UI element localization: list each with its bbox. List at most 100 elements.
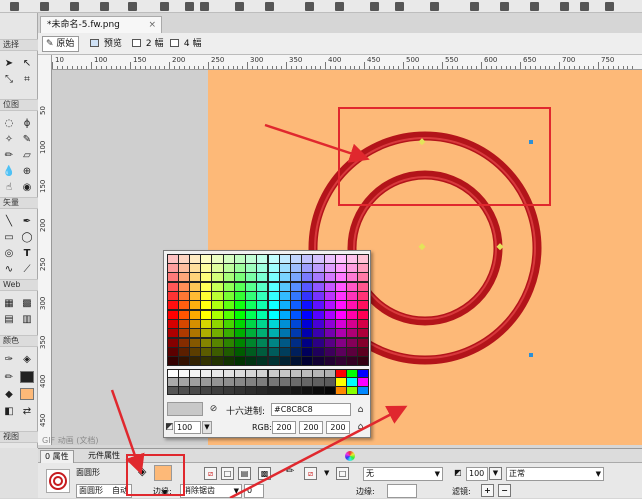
gray-swatch[interactable] — [335, 386, 347, 395]
palette-swatch[interactable] — [268, 263, 279, 273]
gray-swatch[interactable] — [313, 386, 324, 395]
gray-swatch[interactable] — [313, 378, 324, 386]
palette-swatch[interactable] — [313, 263, 324, 273]
gray-swatch[interactable] — [347, 386, 358, 395]
palette-swatch[interactable] — [335, 347, 347, 357]
palette-swatch[interactable] — [189, 273, 201, 282]
palette-swatch[interactable] — [324, 263, 335, 273]
palette-swatch[interactable] — [324, 357, 335, 366]
palette-swatch[interactable] — [290, 301, 302, 310]
palette-swatch[interactable] — [178, 329, 189, 338]
palette-swatch[interactable] — [167, 263, 178, 273]
palette-swatch[interactable] — [358, 263, 369, 273]
gray-swatch[interactable] — [178, 378, 189, 386]
palette-swatch[interactable] — [257, 347, 268, 357]
palette-swatch[interactable] — [234, 254, 246, 263]
palette-swatch[interactable] — [313, 357, 324, 366]
palette-swatch[interactable] — [302, 319, 313, 329]
palette-swatch[interactable] — [335, 273, 347, 282]
palette-swatch[interactable] — [290, 347, 302, 357]
palette-swatch[interactable] — [167, 301, 178, 310]
palette-swatch[interactable] — [178, 357, 189, 366]
palette-swatch[interactable] — [313, 273, 324, 282]
palette-swatch[interactable] — [279, 291, 290, 301]
gray-swatch[interactable] — [290, 369, 302, 378]
palette-swatch[interactable] — [234, 347, 246, 357]
palette-swatch[interactable] — [189, 347, 201, 357]
gray-swatch[interactable] — [201, 378, 212, 386]
palette-swatch[interactable] — [212, 310, 223, 319]
palette-swatch[interactable] — [335, 338, 347, 347]
gray-swatch[interactable] — [313, 369, 324, 378]
palette-swatch[interactable] — [167, 282, 178, 291]
palette-swatch[interactable] — [201, 301, 212, 310]
palette-swatch[interactable] — [313, 319, 324, 329]
stroke-swatch-button[interactable]: □ — [336, 467, 349, 480]
gray-swatch[interactable] — [246, 386, 257, 395]
palette-swatch[interactable] — [313, 282, 324, 291]
palette-swatch[interactable] — [347, 357, 358, 366]
palette-swatch[interactable] — [279, 282, 290, 291]
opacity-dropdown-arrow[interactable]: ▼ — [202, 421, 212, 434]
palette-swatch[interactable] — [189, 263, 201, 273]
palette-swatch[interactable] — [290, 273, 302, 282]
palette-swatch[interactable] — [313, 310, 324, 319]
palette-swatch[interactable] — [290, 282, 302, 291]
palette-swatch[interactable] — [257, 338, 268, 347]
palette-swatch[interactable] — [212, 329, 223, 338]
palette-swatch[interactable] — [358, 273, 369, 282]
palette-swatch[interactable] — [358, 347, 369, 357]
help-icon[interactable] — [345, 451, 355, 461]
palette-swatch[interactable] — [223, 347, 234, 357]
palette-swatch[interactable] — [324, 273, 335, 282]
palette-swatch[interactable] — [246, 310, 257, 319]
palette-swatch[interactable] — [167, 319, 178, 329]
palette-swatch[interactable] — [234, 282, 246, 291]
gray-swatch[interactable] — [358, 386, 369, 395]
palette-swatch[interactable] — [290, 338, 302, 347]
tab-symbol-properties[interactable]: 元件属性 — [84, 450, 124, 463]
palette-swatch[interactable] — [347, 347, 358, 357]
palette-swatch[interactable] — [358, 254, 369, 263]
palette-swatch[interactable] — [335, 329, 347, 338]
palette-swatch[interactable] — [167, 338, 178, 347]
no-color-icon[interactable]: ⊘ — [208, 404, 219, 414]
selection-handle[interactable] — [418, 243, 426, 251]
palette-swatch[interactable] — [302, 329, 313, 338]
gray-swatch[interactable] — [324, 378, 335, 386]
palette-swatch[interactable] — [302, 263, 313, 273]
palette-swatch[interactable] — [279, 273, 290, 282]
palette-swatch[interactable] — [246, 329, 257, 338]
palette-swatch[interactable] — [178, 263, 189, 273]
palette-swatch[interactable] — [347, 329, 358, 338]
palette-swatch[interactable] — [189, 310, 201, 319]
gray-swatch[interactable] — [290, 378, 302, 386]
stroke-color-dropdown-arrow[interactable]: ▼ — [324, 467, 329, 479]
palette-swatch[interactable] — [268, 301, 279, 310]
palette-swatch[interactable] — [212, 301, 223, 310]
palette-swatch[interactable] — [313, 301, 324, 310]
edge-select[interactable]: 消除锯齿 ▼ — [180, 484, 242, 498]
palette-swatch[interactable] — [268, 254, 279, 263]
palette-swatch[interactable] — [268, 357, 279, 366]
gray-palette-grid[interactable] — [167, 369, 369, 395]
gray-swatch[interactable] — [257, 369, 268, 378]
palette-swatch[interactable] — [268, 347, 279, 357]
opacity-input[interactable]: 100 — [174, 421, 201, 434]
palette-swatch[interactable] — [335, 282, 347, 291]
palette-swatch[interactable] — [201, 319, 212, 329]
palette-swatch[interactable] — [358, 310, 369, 319]
gray-swatch[interactable] — [358, 369, 369, 378]
palette-swatch[interactable] — [246, 263, 257, 273]
palette-swatch[interactable] — [347, 254, 358, 263]
palette-swatch[interactable] — [201, 338, 212, 347]
palette-swatch[interactable] — [257, 254, 268, 263]
palette-swatch[interactable] — [212, 338, 223, 347]
gray-swatch[interactable] — [189, 378, 201, 386]
selection-handle[interactable] — [529, 353, 533, 357]
palette-swatch[interactable] — [223, 310, 234, 319]
palette-swatch[interactable] — [279, 254, 290, 263]
tab-properties[interactable]: 0 属性 — [40, 450, 74, 463]
gray-swatch[interactable] — [335, 378, 347, 386]
gray-swatch[interactable] — [290, 386, 302, 395]
